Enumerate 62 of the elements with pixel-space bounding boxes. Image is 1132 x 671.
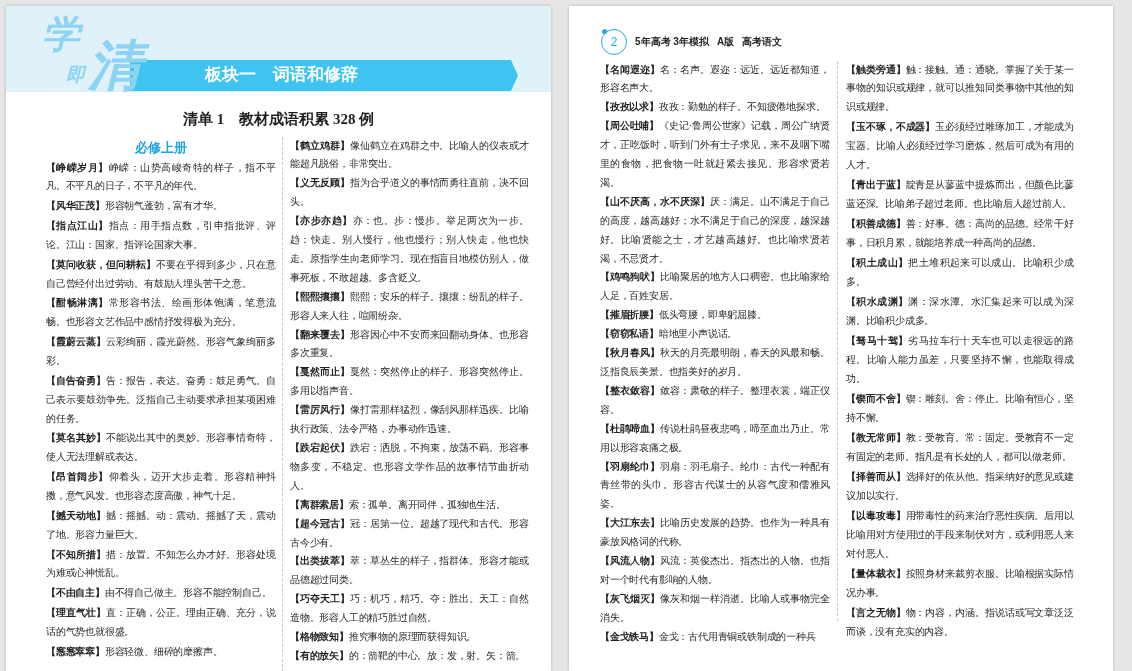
idiom-entry: 【昂首阔步】仰着头，迈开大步走着。形容精神抖擞，意气风发。也形容态度高傲，神气十足。 <box>46 470 276 504</box>
idiom-entry: 【雷厉风行】像打雷那样猛烈，像刮风那样迅疾。比喻执行政策、法令严格，办事动作迅速。 <box>290 403 529 437</box>
idiom-entry: 【玉不琢，不成器】玉必须经过雕琢加工，才能成为宝器。比喻人必须经过学习磨炼，然后可成为有用的人才。 <box>846 120 1074 173</box>
edition-label: A版 <box>716 35 735 49</box>
idiom-entry: 【离群索居】索：孤单。离开同伴，孤独地生活。 <box>290 497 507 512</box>
idiom-entry: 【不由自主】由不得自己做主。形容不能控制自己。 <box>46 586 273 601</box>
section-heading: 必修上册 <box>134 139 188 157</box>
idiom-entry: 【风华正茂】形容朝气蓬勃，富有才华。 <box>46 199 224 214</box>
idiom-entry: 【霞蔚云蒸】云彩绚丽，霞光蔚然。形容气象绚丽多彩。 <box>46 335 276 368</box>
idiom-entry: 【莫问收获，但问耕耘】不要在乎得到多少，只在意自己曾经付出过劳动。有鼓励人埋头苦干之意。 <box>46 257 276 291</box>
idiom-entry: 【有的放矢】的：箭靶的中心。放：发，射。矢：箭。 <box>290 648 527 663</box>
idiom-entry: 【戛然而止】戛然：突然停止的样子。形容突然停止。多用以指声音。 <box>290 365 529 399</box>
idiom-entry: 【鸡鸣狗吠】比喻聚居的地方人口稠密。也比喻家给人足，百姓安居。 <box>600 270 830 304</box>
idiom-entry: 【巧夺天工】巧：机巧，精巧。夺：胜出。天工：自然造物。形容人工的精巧胜过自然。 <box>290 592 529 626</box>
idiom-entry: 【窸窸窣窣】形容轻微、细碎的摩擦声。 <box>46 644 224 659</box>
idiom-entry: 【峥嵘岁月】峥嵘：山势高峻奇特的样子，指不平凡。不平凡的日子，不平凡的年代。 <box>46 160 276 194</box>
idiom-entry: 【量体裁衣】按照身材来裁剪衣服。比喻根据实际情况办事。 <box>846 567 1074 601</box>
idiom-entry: 【酣畅淋漓】常形容书法、绘画形体饱满，笔意流畅。也形容文艺作品中感情抒发得极为充分。 <box>46 296 276 330</box>
book-title: 5年高考 3年模拟 <box>635 35 709 49</box>
idiom-entry: 【出类拔萃】萃：草丛生的样子，指群体。形容才能或品德超过同类。 <box>290 554 529 588</box>
idiom-entry: 【不知所措】措：放置。不知怎么办才好。形容处境为难或心神慌乱。 <box>46 547 276 581</box>
idiom-entry: 【格物致知】推究事物的原理而获得知识。 <box>290 630 478 645</box>
idiom-entry: 【积水成渊】渊：深水潭。水汇集起来可以成为深渊。比喻积少成多。 <box>846 295 1074 329</box>
idiom-entry: 【锲而不舍】锲：雕刻。舍：停止。比喻有恒心，坚持不懈。 <box>846 392 1074 426</box>
idiom-entry: 【自告奋勇】告：报告，表达。奋勇：鼓足勇气。自己表示要鼓劲争先。泛指自己主动要求承担某项困难的任务。 <box>46 373 276 426</box>
idiom-entry: 【山不厌高，水不厌深】厌：满足。山不满足于自己的高度，越高越好；水不满足于自己的深度，越深越好。比喻贤能之士，才艺越高越好。也比喻求贤若渴，不忌贤才。 <box>600 194 830 266</box>
idiom-entry: 【摧眉折腰】低头弯腰，即卑躬屈膝。 <box>600 308 768 323</box>
idiom-entry: 【翻来覆去】形容因心中不安而来回翻动身体。也形容多次重复。 <box>290 327 529 361</box>
idiom-entry: 【青出于蓝】靛青是从蓼蓝中提炼而出，但颜色比蓼蓝还深。比喻弟子超过老师。也比喻后人超过前人。 <box>846 178 1074 212</box>
subject-label: 高考语文 <box>742 35 783 49</box>
idiom-entry: 【教无常师】教：受教育。常：固定。受教育不一定有固定的老师。指凡是有长处的人，都可以做老师。 <box>846 431 1074 465</box>
idiom-entry: 【积土成山】把土堆积起来可以成山。比喻积少成多。 <box>846 256 1074 290</box>
idiom-entry: 【名闻遐迩】名：名声。遐迩：远近。远近都知道，形容名声大。 <box>600 62 830 96</box>
idiom-entry: 【秋月春风】秋天的月亮最明朗，春天的风最和畅。泛指良辰美景。也指美好的岁月。 <box>600 346 830 379</box>
idiom-entry: 【驽马十驾】劣马拉车行十天车也可以走很远的路程。比喻人能力虽差，只要坚持不懈，也能取得成功。 <box>846 334 1074 387</box>
idiom-entry: 【金戈铁马】金戈：古代用青铜或铁制成的一种兵 <box>600 629 817 644</box>
idiom-entry: 【鹤立鸡群】像仙鹤立在鸡群之中。比喻人的仪表或才能超凡脱俗，非常突出。 <box>290 138 529 172</box>
idiom-entry: 【择善而从】选择好的依从他。指采纳好的意见或建议加以实行。 <box>846 470 1074 504</box>
idiom-entry: 【风流人物】风流：英俊杰出。指杰出的人物。也指对一个时代有影响的人物。 <box>600 554 830 587</box>
idiom-entry: 【杜鹃啼血】传说杜鹃昼夜悲鸣，啼至血出乃止。常用以形容哀痛之极。 <box>600 421 830 455</box>
idiom-entry: 【跌宕起伏】跌宕：洒脱，不拘束，放荡不羁。形容事物多变，不稳定。也形容文学作品的故事情节曲折动人。 <box>290 441 529 493</box>
idiom-entry: 【义无反顾】指为合乎道义的事情而勇往直前，决不回头。 <box>290 176 529 210</box>
idiom-entry: 【周公吐哺】《史记·鲁周公世家》记载，周公广纳贤才，正吃饭时，听到门外有士子求见，来不及咽下嘴里的食物，把食物一吐就赶紧去接见。形容求贤若渴。 <box>600 119 830 190</box>
idiom-entry: 【孜孜以求】孜孜：勤勉的样子。不知疲倦地探求。 <box>600 100 827 115</box>
idiom-entry: 【大江东去】比喻历史发展的趋势。也作为一种具有豪放风格词的代称。 <box>600 516 830 550</box>
idiom-entry: 【言之无物】物：内容，内涵。指说话或写文章泛泛而谈，没有充实的内容。 <box>846 606 1074 640</box>
idiom-entry: 【灰飞烟灭】像灰和烟一样消逝。比喻人或事物完全消失。 <box>600 591 830 625</box>
idiom-entry: 【整衣敛容】敛容：肃敬的样子。整理衣裳，端正仪容。 <box>600 383 830 417</box>
list-title: 清单 1 教材成语积累 328 例 <box>181 110 376 129</box>
dot-icon <box>602 29 607 34</box>
idiom-entry: 【熙熙攘攘】熙熙：安乐的样子。攘攘：纷乱的样子。形容人来人往，喧闹纷杂。 <box>290 289 529 323</box>
idiom-entry: 【超今冠古】冠：居第一位。超越了现代和古代。形容古今少有。 <box>290 516 529 550</box>
idiom-entry: 【以毒攻毒】用带毒性的药来治疗恶性疾病。后用以比喻用对方使用过的手段来制伏对方，或利用恶人来对付恶人。 <box>846 509 1074 562</box>
idiom-entry: 【羽扇纶巾】羽扇：羽毛扇子。纶巾：古代一种配有青丝带的头巾。形容古代谋士的从容气度和儒雅风姿。 <box>600 459 830 512</box>
idiom-entry: 【触类旁通】触：接触。通：通晓。掌握了关于某一事物的知识或规律，就可以推知同类事物中其他的知识或规律。 <box>846 62 1074 115</box>
idiom-entry: 【莫名其妙】不能说出其中的奥妙。形容事情奇特，使人无法理解或表达。 <box>46 431 276 465</box>
idiom-entry: 【积善成德】善：好事。德：高尚的品德。经常干好事，日积月累，就能培养成一种高尚的品德。 <box>846 217 1074 251</box>
idiom-entry: 【指点江山】指点：用手指点数，引申指批评、评论。江山：国家。指评论国家大事。 <box>46 219 276 252</box>
idiom-entry: 【窃窃私语】暗地里小声说话。 <box>600 327 739 342</box>
idiom-entry: 【理直气壮】直：正确，公正。理由正确、充分，说话的气势也就很盛。 <box>46 606 276 639</box>
idiom-entry: 【亦步亦趋】亦：也。步：慢步。举足两次为一步。趋：快走。别人慢行，他也慢行；别人快走，他也快走。原指学生向老师学习。现在指盲目地模仿别人，做事死板，不敢超越。多含贬义。 <box>290 214 529 285</box>
idiom-entry: 【撼天动地】撼：摇撼。动：震动。摇撼了天，震动了地。形容力量巨大。 <box>46 508 276 542</box>
